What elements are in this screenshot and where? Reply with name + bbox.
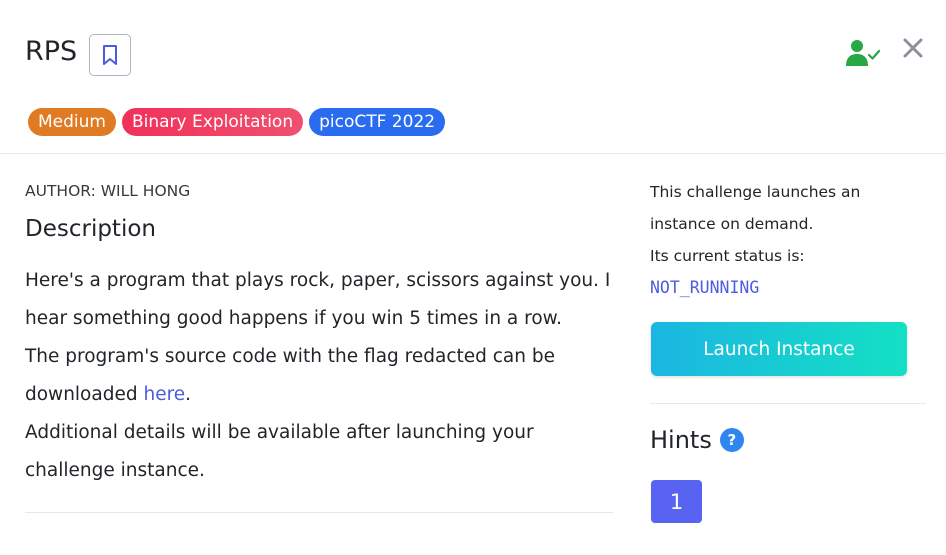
instance-info-text: This challenge launches an instance on d…: [650, 183, 861, 233]
hints-title: Hints: [650, 426, 712, 454]
download-text: The program's source code with the flag …: [25, 346, 555, 405]
category-badge: Binary Exploitation: [121, 108, 304, 136]
close-icon: [903, 38, 923, 58]
instance-status-label: Its current status is:: [650, 247, 805, 265]
author-label: AUTHOR: WILL HONG: [25, 182, 191, 200]
launch-instance-button[interactable]: Launch Instance: [651, 322, 907, 376]
instance-info: This challenge launches an instance on d…: [650, 176, 926, 272]
description-heading: Description: [25, 216, 156, 242]
description-instance-note: Additional details will be available aft…: [25, 422, 534, 481]
download-link[interactable]: here: [143, 384, 185, 405]
bookmark-icon: [103, 45, 117, 65]
description-body: Here's a program that plays rock, paper,…: [25, 262, 625, 490]
challenge-title: RPS: [25, 36, 78, 67]
main-divider: [25, 512, 613, 513]
description-paragraph: Here's a program that plays rock, paper,…: [25, 270, 611, 329]
challenge-header: RPS Medium Binary Exploitation picoCTF 2…: [0, 0, 946, 154]
user-check-icon: [846, 40, 881, 66]
help-icon[interactable]: ?: [719, 428, 744, 452]
challenge-tags: Medium Binary Exploitation picoCTF 2022: [28, 108, 446, 136]
download-suffix: .: [185, 384, 192, 405]
bookmark-button[interactable]: [89, 34, 131, 76]
hint-button-1[interactable]: 1: [651, 480, 702, 523]
description-download-line: The program's source code with the flag …: [25, 338, 625, 414]
instance-status: NOT_RUNNING: [650, 278, 760, 297]
close-button[interactable]: [899, 34, 927, 62]
hints-heading: Hints ?: [650, 426, 744, 454]
difficulty-badge: Medium: [28, 108, 116, 136]
event-badge: picoCTF 2022: [309, 108, 446, 136]
side-divider: [650, 403, 926, 404]
